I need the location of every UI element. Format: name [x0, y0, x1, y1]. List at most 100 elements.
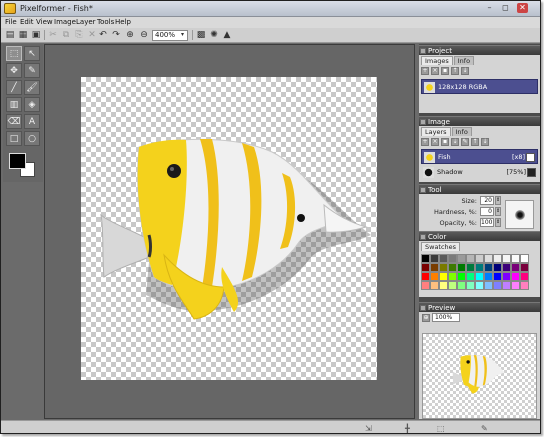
color-swatch[interactable]: [511, 254, 520, 263]
color-swatch[interactable]: [430, 281, 439, 290]
zoom-in-icon[interactable]: ⊕: [124, 29, 136, 41]
fill-bucket-icon[interactable]: ◈: [24, 97, 40, 112]
color-swatch[interactable]: [457, 272, 466, 281]
tab-info[interactable]: Info: [453, 56, 475, 65]
color-swatch[interactable]: [484, 254, 493, 263]
redo-icon[interactable]: ↷: [110, 29, 122, 41]
color-swatch[interactable]: [484, 281, 493, 290]
color-swatch[interactable]: [430, 272, 439, 281]
layer-row-shadow[interactable]: Shadow [75%]: [421, 165, 538, 180]
size-spinner[interactable]: ⇕: [495, 196, 501, 205]
pencil-icon[interactable]: ✎: [24, 63, 40, 78]
menu-file[interactable]: File: [5, 18, 17, 26]
close-button[interactable]: ✕: [517, 3, 528, 13]
color-swatch[interactable]: [421, 254, 430, 263]
tab-image-info[interactable]: Info: [451, 127, 472, 136]
chevron-down-icon[interactable]: ▾: [181, 31, 187, 40]
menu-layer[interactable]: Layer: [76, 18, 96, 26]
project-image-item[interactable]: 128x128 RGBA: [421, 79, 538, 94]
color-swatch[interactable]: [421, 272, 430, 281]
menu-edit[interactable]: Edit: [20, 18, 34, 26]
hardness-input[interactable]: 0: [480, 207, 494, 216]
paste-icon[interactable]: ⎘: [73, 29, 85, 41]
color-swatch[interactable]: [439, 263, 448, 272]
flip-icon[interactable]: ▲: [221, 29, 233, 41]
color-swatch[interactable]: [457, 281, 466, 290]
gradient-icon[interactable]: ▥: [6, 97, 22, 112]
color-swatch[interactable]: [430, 263, 439, 272]
color-swatch[interactable]: [439, 254, 448, 263]
preview-zoom-combo[interactable]: 100%: [432, 313, 460, 322]
color-swatch[interactable]: [493, 272, 502, 281]
cut-icon[interactable]: ✂: [47, 29, 59, 41]
color-swatch[interactable]: [448, 263, 457, 272]
menu-help[interactable]: Help: [115, 18, 131, 26]
color-swatch[interactable]: [502, 281, 511, 290]
color-swatch[interactable]: [475, 272, 484, 281]
color-swatch[interactable]: [484, 263, 493, 272]
move-layer-down-icon[interactable]: ↓: [481, 138, 489, 146]
layer-row-fish[interactable]: Fish [x8]: [421, 149, 538, 164]
color-swatch[interactable]: [475, 281, 484, 290]
color-swatch[interactable]: [439, 281, 448, 290]
new-image-icon[interactable]: +: [421, 67, 429, 75]
brightness-icon[interactable]: ✺: [208, 29, 220, 41]
minimize-button[interactable]: –: [484, 3, 495, 13]
layer-visibility-checkbox[interactable]: [526, 153, 535, 162]
color-swatch[interactable]: [448, 272, 457, 281]
color-swatch[interactable]: [421, 281, 430, 290]
color-swatch[interactable]: [475, 254, 484, 263]
tab-images[interactable]: Images: [421, 56, 453, 65]
color-swatch[interactable]: [502, 254, 511, 263]
color-swatch[interactable]: [466, 263, 475, 272]
image-panel-header[interactable]: Image: [419, 116, 540, 126]
menu-tools[interactable]: Tools: [97, 18, 114, 26]
delete-layer-icon[interactable]: ×: [431, 138, 439, 146]
title-bar[interactable]: Pixelformer - Fish* – ◻ ✕: [1, 1, 540, 17]
move-icon[interactable]: ✥: [6, 63, 22, 78]
down-icon[interactable]: ↓: [461, 67, 469, 75]
grid-toggle-icon[interactable]: ▩: [195, 29, 207, 41]
color-swatch[interactable]: [430, 254, 439, 263]
color-swatch[interactable]: [475, 263, 484, 272]
preview-panel-header[interactable]: Preview: [419, 302, 540, 312]
rectangle-icon[interactable]: □: [6, 131, 22, 146]
fit-icon[interactable]: ⊕: [422, 314, 430, 322]
color-swatch[interactable]: [466, 254, 475, 263]
color-swatch[interactable]: [448, 254, 457, 263]
move-layer-up-icon[interactable]: ↑: [471, 138, 479, 146]
brush-icon[interactable]: 🖌: [24, 80, 40, 95]
pointer-icon[interactable]: ↖: [24, 46, 40, 61]
tab-swatches[interactable]: Swatches: [421, 242, 461, 251]
color-swatch[interactable]: [439, 272, 448, 281]
color-swatch[interactable]: [484, 272, 493, 281]
color-swatch[interactable]: [520, 263, 529, 272]
undo-icon[interactable]: ↶: [97, 29, 109, 41]
color-swatch[interactable]: [502, 272, 511, 281]
color-swatch[interactable]: [493, 263, 502, 272]
color-swatch[interactable]: [421, 263, 430, 272]
color-swatch[interactable]: [466, 281, 475, 290]
new-layer-icon[interactable]: +: [421, 138, 429, 146]
color-swatch[interactable]: [511, 272, 520, 281]
color-swatch[interactable]: [520, 272, 529, 281]
open-file-icon[interactable]: ▦: [17, 29, 29, 41]
layer-visibility-checkbox[interactable]: [527, 168, 536, 177]
color-swatch[interactable]: [493, 254, 502, 263]
eraser-icon[interactable]: ⌫: [6, 114, 22, 129]
line-icon[interactable]: ╱: [6, 80, 22, 95]
color-swatch[interactable]: [502, 263, 511, 272]
menu-view[interactable]: View: [36, 18, 53, 26]
zoom-out-icon[interactable]: ⊖: [138, 29, 150, 41]
foreground-color-swatch[interactable]: [9, 153, 26, 169]
color-swatch[interactable]: [520, 281, 529, 290]
color-swatch[interactable]: [466, 272, 475, 281]
size-input[interactable]: 20: [480, 196, 494, 205]
color-swatch[interactable]: [511, 281, 520, 290]
opacity-input[interactable]: 100: [480, 218, 494, 227]
color-swatch[interactable]: [457, 254, 466, 263]
ellipse-icon[interactable]: ○: [24, 131, 40, 146]
tool-panel-header[interactable]: Tool: [419, 184, 540, 194]
save-file-icon[interactable]: ▣: [30, 29, 42, 41]
opacity-spinner[interactable]: ⇕: [495, 218, 501, 227]
